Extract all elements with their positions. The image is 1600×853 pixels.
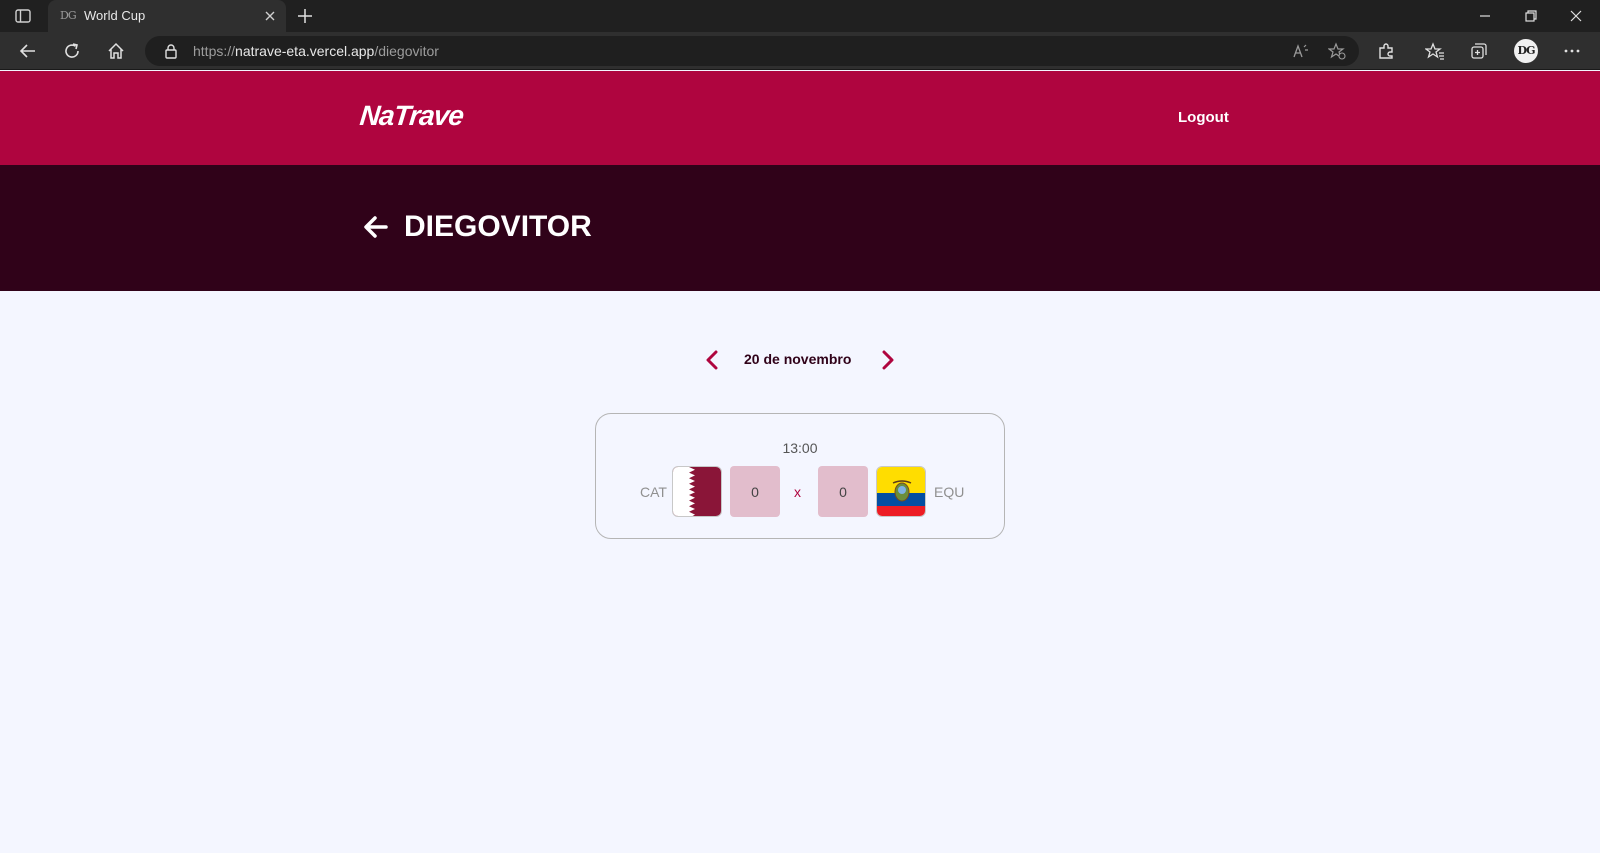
refresh-icon[interactable] bbox=[62, 41, 82, 61]
date-navigator: 20 de novembro bbox=[0, 348, 1600, 372]
home-icon[interactable] bbox=[106, 41, 126, 61]
tab-favicon: DG bbox=[60, 9, 77, 22]
back-icon[interactable] bbox=[18, 41, 38, 61]
away-team-code: EQU bbox=[934, 484, 965, 500]
home-team-code: CAT bbox=[640, 484, 667, 500]
profile-avatar[interactable]: DG bbox=[1514, 39, 1538, 63]
browser-tab[interactable]: DG World Cup bbox=[48, 0, 286, 32]
away-score-input[interactable] bbox=[818, 466, 868, 517]
game-card: 13:00 CAT x EQU bbox=[595, 413, 1005, 539]
minimize-icon[interactable] bbox=[1475, 6, 1495, 26]
tab-actions-icon[interactable] bbox=[14, 7, 32, 25]
back-arrow-icon[interactable] bbox=[362, 215, 388, 239]
lock-icon[interactable] bbox=[163, 43, 179, 59]
user-banner: DIEGOVITOR bbox=[0, 165, 1600, 291]
favorites-icon[interactable] bbox=[1425, 41, 1445, 61]
more-menu-icon[interactable] bbox=[1562, 41, 1582, 61]
close-window-icon[interactable] bbox=[1566, 6, 1586, 26]
chevron-left-icon[interactable] bbox=[704, 350, 720, 370]
current-date: 20 de novembro bbox=[744, 351, 852, 367]
add-favorite-icon[interactable] bbox=[1328, 42, 1346, 60]
url-text: https://natrave-eta.vercel.app/diegovito… bbox=[193, 43, 439, 59]
site-header: NaTrave Logout bbox=[0, 71, 1600, 165]
collections-icon[interactable] bbox=[1469, 41, 1489, 61]
logout-link[interactable]: Logout bbox=[1178, 109, 1229, 126]
new-tab-icon[interactable] bbox=[296, 7, 314, 25]
browser-tab-bar: DG World Cup bbox=[0, 0, 1600, 32]
tab-title: World Cup bbox=[84, 8, 146, 23]
page-title: DIEGOVITOR bbox=[404, 210, 592, 243]
game-time: 13:00 bbox=[782, 440, 818, 456]
address-bar[interactable]: https://natrave-eta.vercel.app/diegovito… bbox=[145, 36, 1359, 66]
versus-separator: x bbox=[794, 484, 801, 500]
browser-toolbar: https://natrave-eta.vercel.app/diegovito… bbox=[0, 32, 1600, 70]
qatar-flag-icon bbox=[672, 466, 722, 517]
ecuador-flag-icon bbox=[876, 466, 926, 517]
close-tab-icon[interactable] bbox=[262, 8, 278, 24]
natrave-logo[interactable]: NaTrave bbox=[358, 100, 464, 132]
restore-icon[interactable] bbox=[1521, 6, 1541, 26]
chevron-right-icon[interactable] bbox=[880, 350, 896, 370]
read-aloud-icon[interactable] bbox=[1292, 42, 1310, 60]
extensions-icon[interactable] bbox=[1376, 41, 1396, 61]
home-score-input[interactable] bbox=[730, 466, 780, 517]
